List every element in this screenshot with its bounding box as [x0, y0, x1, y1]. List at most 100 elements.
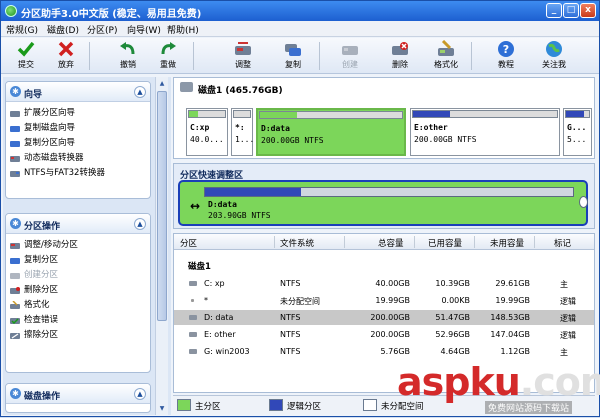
delete-disk-icon [392, 42, 408, 55]
column-header-total[interactable]: 总容量 [378, 237, 404, 249]
cell-partition: C: xp [204, 279, 225, 288]
cell-partition: D: data [204, 313, 234, 322]
x-icon [58, 41, 74, 57]
legend-swatch [363, 399, 377, 411]
sidebar-item-extend-partition-wizard[interactable]: 扩展分区向导 [6, 106, 150, 121]
menu-wizard[interactable]: 向导(W) [127, 23, 161, 36]
submit-button[interactable]: 提交 [9, 40, 43, 72]
watermark-subtitle: 免费网站源码下载站 [485, 401, 573, 414]
title-bar[interactable]: 分区助手3.0中文版 (稳定、易用且免费) _ □ x [1, 1, 599, 21]
resize-partition-block[interactable]: ↔ D:data 203.90GB NTFS [178, 180, 588, 226]
maximize-button[interactable]: □ [563, 3, 579, 18]
partition-block-g[interactable]: G... 5... [563, 108, 592, 156]
scroll-down-icon[interactable]: ▼ [157, 403, 167, 414]
app-window: 分区助手3.0中文版 (稳定、易用且免费) _ □ x 常规(G) 磁盘(D) … [0, 0, 600, 417]
collapse-chevron-icon[interactable]: ▲ [134, 86, 146, 98]
cell-used: 51.47GB [435, 313, 470, 322]
resize-disk-icon [235, 42, 251, 55]
menu-general[interactable]: 常规(G) [6, 23, 38, 36]
partition-ops-icon: ✱ [10, 218, 21, 229]
cell-total: 40.00GB [375, 279, 410, 288]
column-header-flag[interactable]: 标记 [554, 237, 571, 249]
copy-disk-icon [10, 126, 20, 132]
column-header-filesystem[interactable]: 文件系统 [280, 237, 314, 249]
cell-used: 10.39GB [435, 279, 470, 288]
undo-button[interactable]: 撤销 [111, 40, 145, 72]
partition-block-d[interactable]: D:data 200.00GB NTFS [256, 108, 406, 156]
collapse-chevron-icon[interactable]: ▲ [134, 218, 146, 230]
close-button[interactable]: x [580, 3, 596, 18]
cell-partition: G: win2003 [204, 347, 250, 356]
cell-total: 200.00GB [370, 313, 410, 322]
format-button[interactable]: 格式化 [429, 40, 463, 72]
table-row[interactable]: D: data NTFS 200.00GB 51.47GB 148.53GB 逻辑 [174, 310, 594, 325]
sidebar-item-delete-partition[interactable]: 删除分区 [6, 283, 150, 298]
table-row[interactable]: E: other NTFS 200.00GB 52.96GB 147.04GB 逻辑 [174, 327, 594, 342]
sidebar-item-resize-move-partition[interactable]: 调整/移动分区 [6, 238, 150, 253]
column-header-free[interactable]: 未用容量 [490, 237, 524, 249]
create-button[interactable]: 创建 [333, 40, 367, 72]
sidebar-item-copy-disk-wizard[interactable]: 复制磁盘向导 [6, 121, 150, 136]
table-row[interactable]: * 未分配空间 19.99GB 0.00KB 19.99GB 逻辑 [174, 293, 594, 308]
follow-me-button[interactable]: 关注我 [537, 40, 571, 72]
cell-filesystem: NTFS [280, 347, 301, 356]
partition-block-c[interactable]: C:xp 40.0... [186, 108, 228, 156]
watermark-logo: aspku.com [397, 360, 600, 404]
sidebar-item-copy-partition[interactable]: 复制分区 [6, 253, 150, 268]
wipe-icon [10, 333, 20, 339]
partition-ops-panel-header[interactable]: ✱ 分区操作 ▲ [6, 214, 150, 234]
table-row[interactable]: G: win2003 NTFS 5.76GB 4.64GB 1.12GB 主 [174, 344, 594, 359]
collapse-chevron-icon[interactable]: ▲ [134, 388, 146, 400]
column-header-used[interactable]: 已用容量 [428, 237, 462, 249]
unallocated-icon [191, 299, 194, 302]
sidebar-item-check-errors[interactable]: 检查错误 [6, 313, 150, 328]
drive-icon [189, 349, 197, 354]
cell-total: 19.99GB [375, 296, 410, 305]
copy-icon [10, 258, 20, 264]
sidebar-item-format[interactable]: 格式化 [6, 298, 150, 313]
redo-button[interactable]: 重做 [151, 40, 185, 72]
dynamic-disk-icon [10, 156, 20, 162]
sidebar-item-copy-partition-wizard[interactable]: 复制分区向导 [6, 136, 150, 151]
help-icon: ? [498, 41, 514, 57]
disk-ops-panel: ✱ 磁盘操作 ▲ [5, 383, 151, 413]
partition-block-e[interactable]: E:other 200.00GB NTFS [410, 108, 560, 156]
table-row[interactable]: C: xp NTFS 40.00GB 10.39GB 29.61GB 主 [174, 276, 594, 291]
wizard-panel-title: 向导 [24, 90, 43, 100]
menu-help[interactable]: 帮助(H) [167, 23, 199, 36]
partition-ops-panel: ✱ 分区操作 ▲ 调整/移动分区 复制分区 创建分区 删除分区 格式化 检查错误… [5, 213, 151, 373]
cell-free: 147.04GB [490, 330, 530, 339]
column-header-partition[interactable]: 分区 [180, 237, 197, 249]
cell-free: 148.53GB [490, 313, 530, 322]
resize-partition-name: D:data [208, 200, 237, 209]
cell-filesystem: NTFS [280, 330, 301, 339]
disk-ops-icon: ✱ [10, 388, 21, 399]
copy-partition-icon [10, 141, 20, 147]
check-errors-icon [10, 318, 20, 325]
sidebar-item-ntfs-fat32-converter[interactable]: NTFS与FAT32转换器 [6, 166, 150, 181]
sidebar-item-create-partition[interactable]: 创建分区 [6, 268, 150, 283]
scroll-up-icon[interactable]: ▲ [157, 78, 167, 89]
hard-disk-icon [180, 82, 193, 92]
tutorial-button[interactable]: ? 教程 [489, 40, 523, 72]
sidebar-scrollbar[interactable]: ▲ ▼ [155, 77, 168, 415]
cell-flag: 逻辑 [560, 297, 576, 306]
sidebar-item-dynamic-disk-converter[interactable]: 动态磁盘转换器 [6, 151, 150, 166]
sidebar-item-wipe-partition[interactable]: 擦除分区 [6, 328, 150, 343]
resize-handle-right[interactable] [579, 196, 588, 208]
delete-button[interactable]: 删除 [383, 40, 417, 72]
copy-button[interactable]: 复制 [276, 40, 310, 72]
partition-ops-panel-title: 分区操作 [24, 222, 61, 232]
wizard-panel-header[interactable]: ✱ 向导 ▲ [6, 82, 150, 102]
cell-used: 4.64GB [440, 347, 471, 356]
menu-partition[interactable]: 分区(P) [87, 23, 117, 36]
disk-ops-panel-header[interactable]: ✱ 磁盘操作 ▲ [6, 384, 150, 404]
create-icon [10, 273, 20, 279]
menu-disk[interactable]: 磁盘(D) [47, 23, 79, 36]
minimize-button[interactable]: _ [546, 3, 562, 18]
discard-button[interactable]: 放弃 [49, 40, 83, 72]
resize-handle-left-icon[interactable]: ↔ [190, 199, 200, 213]
scrollbar-thumb[interactable] [157, 91, 167, 321]
partition-block-unallocated[interactable]: *: 1... [231, 108, 254, 156]
resize-button[interactable]: 调整 [226, 40, 260, 72]
